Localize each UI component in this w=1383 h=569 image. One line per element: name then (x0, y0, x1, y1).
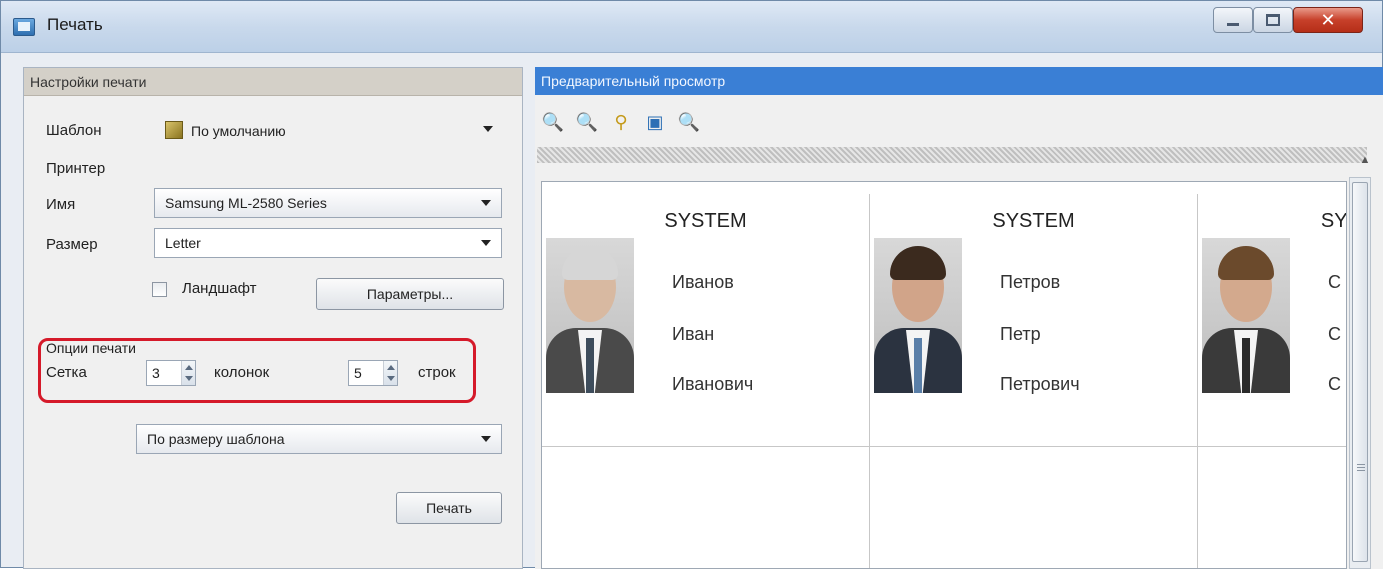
badge-card: SYSTEM Иванов Иван Иванович (542, 194, 870, 447)
fit-icon[interactable]: ▣ (641, 109, 669, 137)
chevron-down-icon (481, 200, 491, 206)
chevron-down-icon (481, 240, 491, 246)
paper-size-select[interactable]: Letter (154, 228, 502, 258)
close-icon: ✕ (1320, 9, 1336, 31)
chevron-down-icon (483, 126, 493, 132)
card-title: SYSTEM (992, 210, 1075, 232)
zoom-custom-icon[interactable]: 🔍 (675, 109, 703, 137)
scroll-up-icon[interactable]: ▲ (1351, 149, 1379, 171)
scale-mode-select[interactable]: По размеру шаблона (136, 424, 502, 454)
rows-spin-arrows-icon[interactable] (383, 361, 397, 385)
preview-header: Предварительный просмотр (535, 67, 1383, 95)
template-value: По умолчанию (191, 123, 286, 139)
print-button[interactable]: Печать (396, 492, 502, 524)
badge-card-empty (870, 447, 1198, 568)
person-photo (546, 238, 634, 393)
maximize-icon (1266, 14, 1280, 26)
print-settings-panel: Настройки печати Шаблон По умолчанию При… (23, 67, 523, 569)
badge-card-empty (1198, 447, 1346, 568)
chevron-down-icon (481, 436, 491, 442)
close-button[interactable]: ✕ (1293, 7, 1363, 33)
badge-card-empty (542, 447, 870, 568)
print-window: Печать ✕ Настройки печати Шаблон По умол… (0, 0, 1383, 569)
first-name: С (1328, 324, 1341, 344)
minimize-icon (1227, 22, 1239, 26)
paper-size-value: Letter (165, 235, 201, 251)
printer-name-value: Samsung ML-2580 Series (165, 195, 327, 211)
template-select[interactable]: По умолчанию (154, 114, 504, 144)
printer-name-select[interactable]: Samsung ML-2580 Series (154, 188, 502, 218)
rows-spinner[interactable]: 5 (348, 360, 398, 386)
last-name: С (1328, 272, 1341, 292)
print-options-label: Опции печати (46, 340, 136, 356)
scale-mode-value: По размеру шаблона (147, 431, 285, 447)
columns-value: 3 (152, 365, 160, 381)
printer-label: Принтер (46, 160, 106, 177)
rows-value: 5 (354, 365, 362, 381)
last-name: Иванов (672, 272, 734, 292)
ruler-strip (537, 147, 1367, 163)
badge-card: SYSTEM С С С (1198, 194, 1347, 447)
printer-name-label: Имя (46, 196, 76, 213)
printer-app-icon (13, 18, 35, 36)
person-photo (874, 238, 962, 393)
zoom-in-icon[interactable]: 🔍 (539, 109, 567, 137)
first-name: Петр (1000, 324, 1041, 344)
minimize-button[interactable] (1213, 7, 1253, 33)
template-icon (165, 121, 183, 139)
columns-spinner[interactable]: 3 (146, 360, 196, 386)
parameters-button[interactable]: Параметры... (316, 278, 504, 310)
first-name: Иван (672, 324, 715, 344)
columns-spin-arrows-icon[interactable] (181, 361, 195, 385)
preview-toolbar: 🔍 🔍 ⚲ ▣ 🔍 (535, 109, 835, 139)
middle-name: Иванович (672, 374, 754, 394)
paper-size-label: Размер (46, 236, 98, 253)
rows-label: строк (418, 364, 456, 381)
middle-name: С (1328, 374, 1341, 394)
maximize-button[interactable] (1253, 7, 1293, 33)
print-settings-header: Настройки печати (24, 68, 522, 96)
template-label: Шаблон (46, 122, 102, 139)
badge-card: SYSTEM Петров Петр Петрович (870, 194, 1198, 447)
grid-label: Сетка (46, 364, 87, 381)
window-title: Печать (47, 15, 103, 34)
landscape-checkbox[interactable] (152, 282, 167, 297)
preview-canvas: SYSTEM Иванов Иван Иванович SYSTEM Петро… (541, 181, 1347, 569)
last-name: Петров (1000, 272, 1061, 292)
vertical-scrollbar[interactable] (1349, 177, 1371, 569)
title-bar: Печать ✕ (1, 1, 1382, 53)
card-title: SYSTEM (664, 210, 747, 232)
landscape-label: Ландшафт (182, 280, 257, 297)
middle-name: Петрович (1000, 374, 1080, 394)
person-photo (1202, 238, 1290, 393)
grip-icon (1357, 463, 1365, 471)
card-title: SYSTEM (1320, 210, 1347, 232)
columns-label: колонок (214, 364, 270, 381)
zoom-page-icon[interactable]: ⚲ (607, 109, 635, 137)
scrollbar-thumb[interactable] (1352, 182, 1368, 562)
zoom-out-icon[interactable]: 🔍 (573, 109, 601, 137)
